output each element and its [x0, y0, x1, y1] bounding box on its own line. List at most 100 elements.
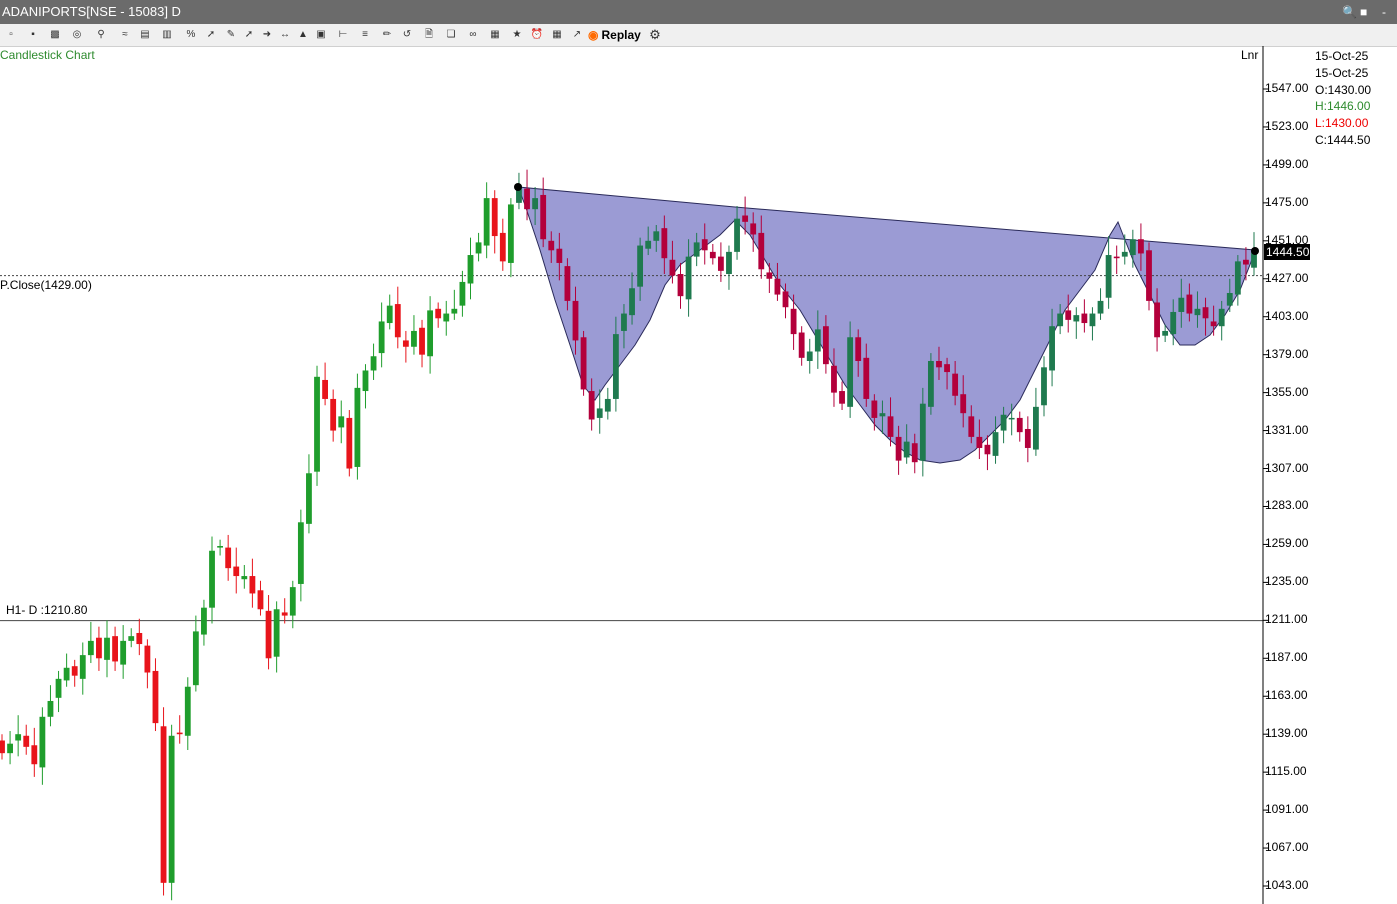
- candle-body-down: [709, 251, 716, 259]
- price-axis-label: 1139.00: [1265, 726, 1308, 741]
- candle-body-up: [1162, 330, 1169, 336]
- candle-body-down: [330, 398, 337, 431]
- percent-icon[interactable]: %: [184, 27, 198, 43]
- candle-body-down: [1186, 294, 1193, 314]
- text-chart-icon[interactable]: ▩: [48, 27, 62, 43]
- grid-icon[interactable]: ▦: [488, 27, 502, 43]
- settings-gear-icon[interactable]: ⚙: [648, 27, 662, 43]
- price-axis-label: 1331.00: [1265, 422, 1309, 437]
- candle-body-up: [1121, 251, 1128, 257]
- minimize-button[interactable]: -: [1382, 0, 1386, 24]
- price-axis-label: 1211.00: [1265, 612, 1308, 627]
- candle-body-down: [669, 259, 676, 276]
- ruler-icon[interactable]: ✏: [380, 27, 394, 43]
- candle-body-up: [806, 351, 813, 361]
- candle-body-down: [346, 417, 353, 469]
- trend-icon[interactable]: ↗: [570, 27, 584, 43]
- parallel-lines-icon[interactable]: ≡: [358, 27, 372, 43]
- candle-body-down: [1113, 256, 1120, 259]
- candle-body-down: [944, 364, 950, 373]
- candle-body-down: [556, 248, 563, 263]
- price-axis-label: 1259.00: [1265, 536, 1309, 551]
- candle-body-up: [289, 587, 296, 616]
- candle-body-down: [435, 308, 442, 319]
- candle-body-down: [1024, 428, 1031, 448]
- candle-body-down: [1065, 310, 1072, 320]
- star-icon[interactable]: ★: [510, 27, 524, 43]
- line-chart-icon[interactable]: ▫: [4, 27, 18, 43]
- candle-body-down: [265, 610, 272, 659]
- candle-body-up: [1089, 313, 1096, 327]
- candle-body-up: [726, 251, 732, 275]
- price-axis-label: 1307.00: [1265, 460, 1309, 475]
- candle-body-down: [911, 443, 918, 463]
- candle-body-down: [831, 365, 837, 393]
- candle-body-down: [419, 327, 425, 355]
- candle-body-up: [184, 686, 191, 736]
- candle-body-down: [952, 373, 959, 396]
- candlestick-chart[interactable]: [0, 46, 1397, 904]
- candle-body-up: [685, 256, 692, 300]
- candle-body-up: [1226, 292, 1233, 306]
- candle-body-up: [87, 640, 94, 656]
- calculator-icon[interactable]: ▦: [550, 27, 564, 43]
- candle-body-down: [936, 360, 942, 368]
- bar-chart-icon[interactable]: ▤: [138, 27, 152, 43]
- copy-icon[interactable]: ❏: [444, 27, 458, 43]
- candle-body-down: [580, 337, 587, 390]
- window-menu-icon[interactable]: ■: [1360, 0, 1367, 24]
- ray-icon[interactable]: ➜: [260, 27, 274, 43]
- candle-body-down: [71, 666, 78, 676]
- volume-icon[interactable]: ▲: [296, 27, 310, 43]
- candle-body-down: [677, 274, 684, 297]
- candle-body-down: [394, 304, 401, 338]
- target-icon[interactable]: ◎: [70, 27, 84, 43]
- candle-body-up: [192, 631, 199, 686]
- price-axis-label: 1379.00: [1265, 346, 1309, 361]
- price-axis-label: 1067.00: [1265, 840, 1309, 855]
- candle-body-down: [588, 391, 595, 420]
- candle-body-up: [370, 356, 377, 371]
- candle-body-down: [112, 636, 118, 662]
- candle-body-up: [919, 403, 926, 461]
- trendline-icon[interactable]: ➚: [242, 27, 256, 43]
- candle-body-up: [1105, 255, 1112, 298]
- undo-icon[interactable]: ↺: [400, 27, 414, 43]
- candle-body-up: [1041, 367, 1047, 406]
- step-chart-icon[interactable]: ▪: [26, 27, 40, 43]
- pin-icon[interactable]: ⚲: [94, 27, 108, 43]
- candle-body-down: [871, 400, 878, 418]
- price-axis-label: 1163.00: [1265, 688, 1308, 703]
- candle-body-down: [524, 188, 530, 210]
- candle-body-down: [572, 300, 579, 341]
- candle-body-up: [1170, 311, 1177, 335]
- horizontal-line-icon[interactable]: ↔: [278, 27, 292, 43]
- replay-button[interactable]: ◉ Replay: [588, 27, 641, 43]
- candle-body-down: [895, 436, 902, 461]
- wave-icon[interactable]: ≈: [118, 27, 132, 43]
- candle-body-up: [217, 546, 223, 548]
- candle-body-up: [629, 288, 635, 316]
- candle-body-up: [645, 240, 652, 249]
- document-icon[interactable]: 🗎: [422, 27, 436, 43]
- pencil-icon[interactable]: ✎: [224, 27, 238, 43]
- cube-icon[interactable]: ▣: [314, 27, 328, 43]
- candle-body-down: [790, 308, 797, 335]
- candle-body-up: [507, 204, 514, 263]
- candle-body-down: [758, 232, 765, 270]
- candles-icon[interactable]: ▥: [160, 27, 174, 43]
- candle-body-down: [976, 436, 983, 448]
- link-icon[interactable]: ∞: [466, 27, 480, 43]
- alarm-icon[interactable]: ⏰: [530, 27, 544, 43]
- candle-body-up: [39, 716, 46, 768]
- zoom-icon[interactable]: 🔍: [1342, 0, 1357, 24]
- cursor-icon[interactable]: ➚: [204, 27, 218, 43]
- candle-body-up: [1129, 239, 1136, 256]
- price-axis-label: 1283.00: [1265, 498, 1309, 513]
- candle-body-down: [491, 198, 498, 237]
- fork-icon[interactable]: ⊢: [336, 27, 350, 43]
- candle-body-down: [233, 566, 240, 577]
- candle-body-up: [104, 637, 110, 660]
- candle-body-up: [427, 310, 434, 357]
- candle-body-up: [1049, 326, 1055, 371]
